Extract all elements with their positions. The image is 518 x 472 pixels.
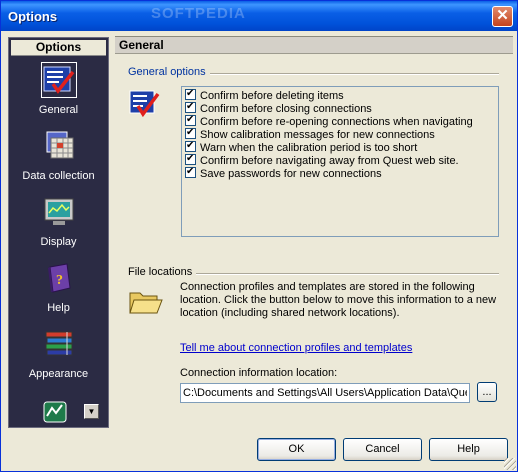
checkbox-checked[interactable] bbox=[185, 100, 196, 113]
checklist-icon bbox=[41, 62, 77, 98]
checkbox-calibration-warning[interactable]: Warn when the calibration period is too … bbox=[185, 139, 418, 154]
checkbox-label: Confirm before re-opening connections wh… bbox=[200, 116, 473, 128]
svg-text:?: ? bbox=[56, 273, 63, 288]
window-title: Options bbox=[8, 9, 58, 24]
checkbox-checked[interactable] bbox=[185, 165, 196, 178]
checkbox-label: Confirm before navigating away from Ques… bbox=[200, 155, 459, 167]
checkbox-confirm-navigate-away[interactable]: Confirm before navigating away from Ques… bbox=[185, 152, 459, 167]
browse-location-button[interactable]: ... bbox=[477, 382, 497, 402]
panel-title: General bbox=[115, 37, 513, 54]
nav-item-label: Data collection bbox=[22, 170, 95, 182]
nav-header: Options bbox=[11, 40, 106, 56]
cancel-button[interactable]: Cancel bbox=[343, 438, 422, 461]
nav-item-help[interactable]: ? Help bbox=[9, 262, 108, 322]
location-path-field[interactable] bbox=[180, 383, 470, 403]
general-options-label: General options bbox=[128, 66, 210, 78]
network-icon bbox=[43, 401, 67, 423]
checkbox-checked[interactable] bbox=[185, 87, 196, 100]
checkbox-confirm-close[interactable]: Confirm before closing connections bbox=[185, 100, 372, 115]
nav-item-label: Display bbox=[40, 236, 77, 248]
settings-panel: General General options Confirm before d… bbox=[115, 36, 513, 428]
nav-item-general[interactable]: General bbox=[9, 62, 108, 124]
data-grid-icon bbox=[43, 130, 75, 162]
checkbox-calibration-messages[interactable]: Show calibration messages for new connec… bbox=[185, 126, 435, 141]
general-options-list: Confirm before deleting items Confirm be… bbox=[181, 86, 499, 237]
checkbox-checked[interactable] bbox=[185, 113, 196, 126]
nav-scroll-down-button[interactable]: ▼ bbox=[84, 404, 99, 419]
close-button[interactable]: ✕ bbox=[492, 6, 513, 27]
checkbox-label: Warn when the calibration period is too … bbox=[200, 142, 418, 154]
connection-profiles-help-link[interactable]: Tell me about connection profiles and te… bbox=[180, 342, 412, 354]
general-options-icon bbox=[129, 88, 161, 118]
file-locations-description: Connection profiles and templates are st… bbox=[180, 281, 497, 319]
options-nav-panel: Options General Data collection Display … bbox=[8, 37, 109, 428]
checkbox-label: Confirm before deleting items bbox=[200, 90, 344, 102]
file-locations-label: File locations bbox=[128, 266, 197, 278]
title-bar[interactable]: Options SOFTPEDIA ✕ bbox=[1, 1, 517, 31]
chevron-down-icon: ▼ bbox=[87, 407, 96, 416]
checkbox-save-passwords[interactable]: Save passwords for new connections bbox=[185, 165, 382, 180]
checkbox-confirm-reopen[interactable]: Confirm before re-opening connections wh… bbox=[185, 113, 473, 128]
resize-grip[interactable] bbox=[504, 458, 516, 470]
options-window: Options SOFTPEDIA ✕ Options General Data… bbox=[0, 0, 518, 472]
nav-item-more[interactable] bbox=[43, 400, 67, 424]
checkbox-label: Show calibration messages for new connec… bbox=[200, 129, 435, 141]
folder-open-icon bbox=[129, 289, 163, 315]
help-button[interactable]: Help bbox=[429, 438, 508, 461]
monitor-icon bbox=[43, 196, 75, 228]
stacked-books-icon bbox=[43, 328, 75, 360]
nav-item-data-collection[interactable]: Data collection bbox=[9, 130, 108, 190]
watermark: SOFTPEDIA bbox=[151, 5, 246, 22]
location-field-label: Connection information location: bbox=[180, 367, 338, 379]
checkbox-checked[interactable] bbox=[185, 126, 196, 139]
checkbox-label: Save passwords for new connections bbox=[200, 168, 382, 180]
checkbox-checked[interactable] bbox=[185, 152, 196, 165]
checkbox-confirm-delete[interactable]: Confirm before deleting items bbox=[185, 87, 344, 102]
nav-item-label: Appearance bbox=[28, 368, 89, 380]
checkbox-checked[interactable] bbox=[185, 139, 196, 152]
checkbox-label: Confirm before closing connections bbox=[200, 103, 372, 115]
help-book-icon: ? bbox=[43, 262, 75, 294]
close-icon: ✕ bbox=[496, 7, 509, 24]
nav-item-display[interactable]: Display bbox=[9, 196, 108, 256]
nav-item-appearance[interactable]: Appearance bbox=[9, 328, 108, 388]
nav-item-label: Help bbox=[47, 302, 70, 314]
ok-button[interactable]: OK bbox=[257, 438, 336, 461]
nav-item-label: General bbox=[38, 104, 79, 116]
